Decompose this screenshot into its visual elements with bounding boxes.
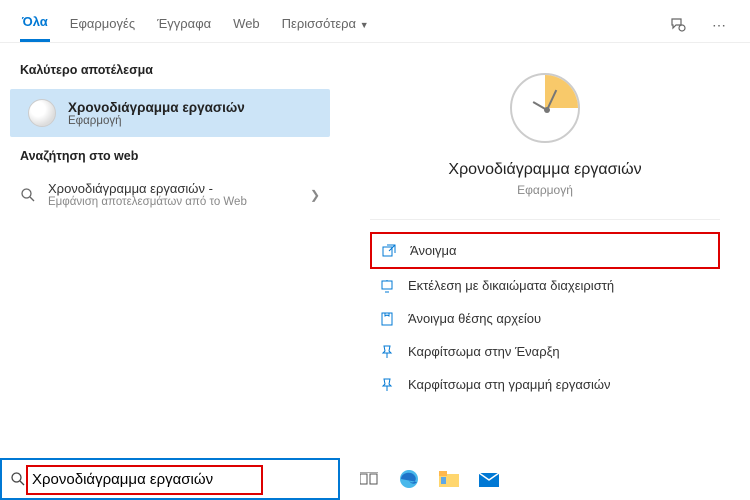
best-match-result[interactable]: Χρονοδιάγραμμα εργασιών Εφαρμογή [10,89,330,137]
feedback-icon[interactable] [666,13,690,37]
mail-icon[interactable] [478,468,500,490]
best-match-header: Καλύτερο αποτέλεσμα [0,55,340,85]
task-view-icon[interactable] [358,468,380,490]
preview-title: Χρονοδιάγραμμα εργασιών [448,161,641,179]
tab-web[interactable]: Web [231,10,262,41]
results-panel: Καλύτερο αποτέλεσμα Χρονοδιάγραμμα εργασ… [0,43,340,463]
clock-icon [510,73,580,143]
search-input[interactable] [32,471,330,488]
action-pin-start[interactable]: Καρφίτσωμα στην Έναρξη [370,335,720,368]
action-open[interactable]: Άνοιγμα [370,232,720,269]
pin-start-icon [378,345,396,359]
search-tabs: Όλα Εφαρμογές Έγγραφα Web Περισσότερα ▼ … [0,0,750,43]
preview-panel: Χρονοδιάγραμμα εργασιών Εφαρμογή Άνοιγμα… [340,43,750,463]
preview-subtitle: Εφαρμογή [517,183,573,197]
search-icon [10,471,26,487]
divider [370,219,720,220]
web-result-title: Χρονοδιάγραμμα εργασιών - [48,181,247,196]
task-scheduler-icon [28,99,56,127]
action-open-location[interactable]: Άνοιγμα θέσης αρχείου [370,302,720,335]
tab-all[interactable]: Όλα [20,8,50,42]
search-box[interactable] [0,458,340,500]
action-pin-taskbar[interactable]: Καρφίτσωμα στη γραμμή εργασιών [370,368,720,401]
pin-taskbar-icon [378,378,396,392]
open-icon [380,244,398,258]
edge-icon[interactable] [398,468,420,490]
search-icon [20,187,36,203]
web-search-header: Αναζήτηση στο web [0,141,340,171]
web-search-result[interactable]: Χρονοδιάγραμμα εργασιών - Εμφάνιση αποτε… [0,171,340,218]
location-icon [378,312,396,326]
tab-more[interactable]: Περισσότερα ▼ [280,10,371,41]
explorer-icon[interactable] [438,468,460,490]
more-icon[interactable]: ⋯ [708,13,730,38]
web-result-subtitle: Εμφάνιση αποτελεσμάτων από το Web [48,196,247,208]
best-match-subtitle: Εφαρμογή [68,115,245,127]
tab-apps[interactable]: Εφαρμογές [68,10,137,41]
best-match-title: Χρονοδιάγραμμα εργασιών [68,100,245,115]
tab-documents[interactable]: Έγγραφα [155,10,213,41]
admin-icon [378,279,396,293]
action-run-admin[interactable]: Εκτέλεση με δικαιώματα διαχειριστή [370,269,720,302]
taskbar [0,458,750,500]
chevron-right-icon: ❯ [310,188,320,202]
